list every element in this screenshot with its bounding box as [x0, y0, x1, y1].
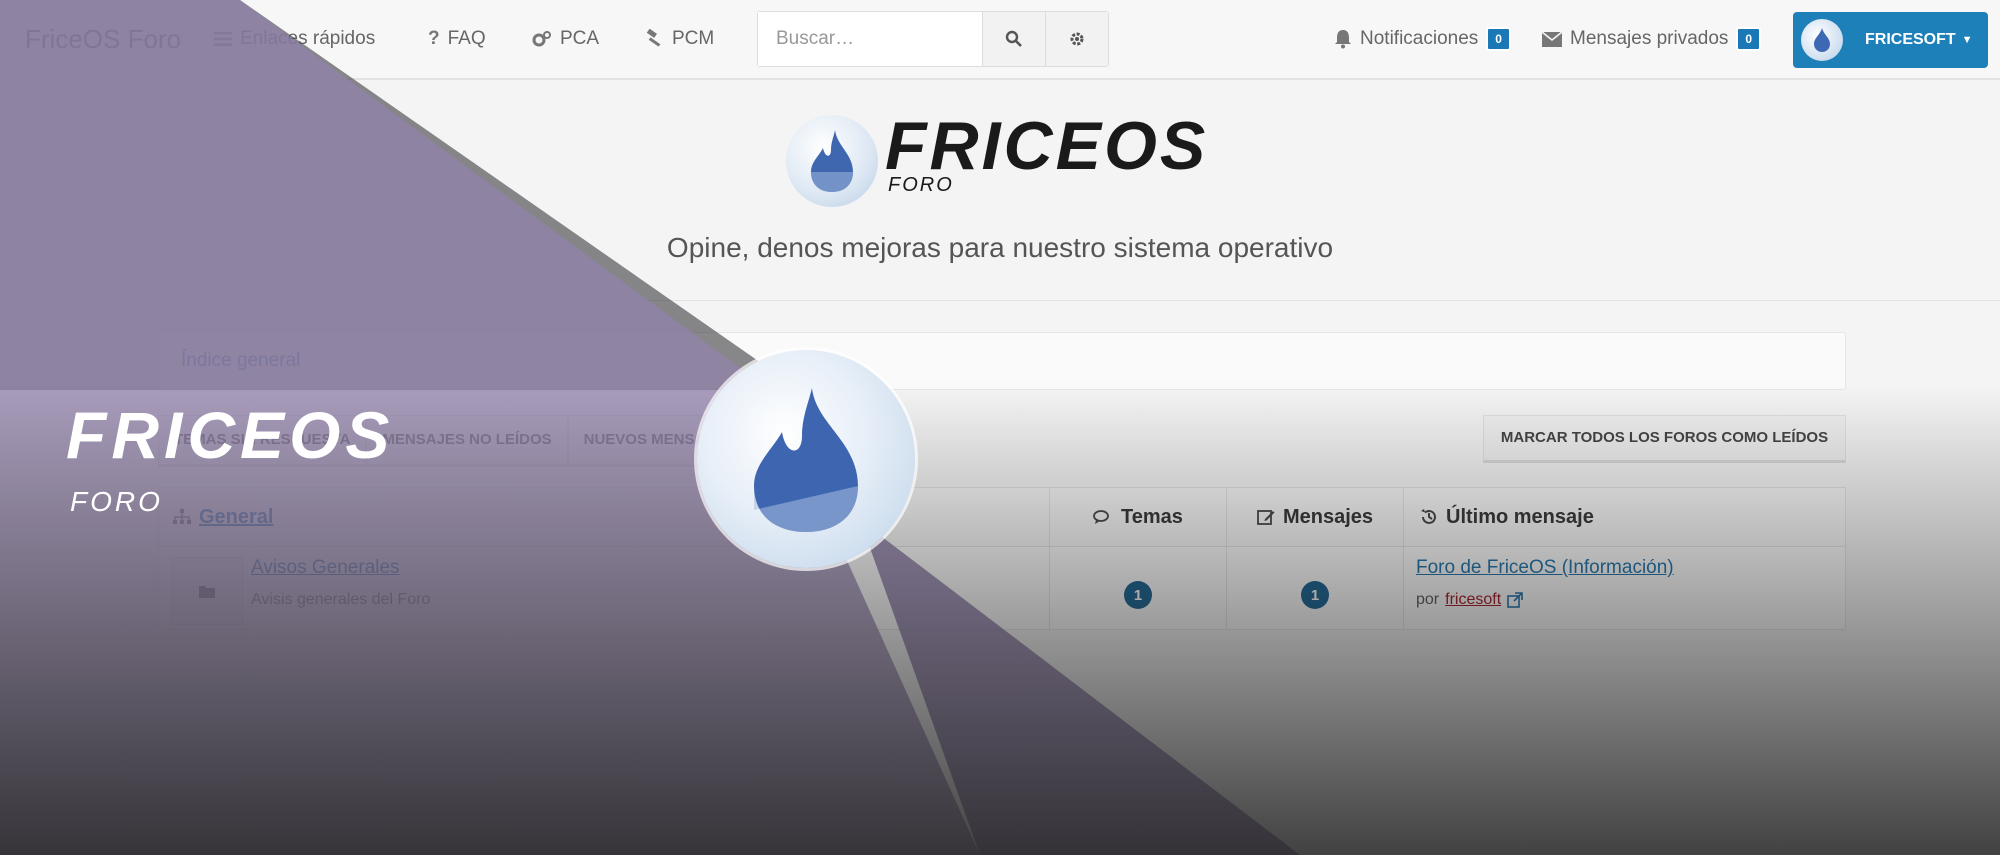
forum-table-header: General Temas Mensajes Último mensaje [159, 488, 1845, 547]
banner-wordmark: FRICEOS [66, 398, 395, 472]
header-topics: Temas [1050, 488, 1227, 546]
cogs-icon [532, 30, 552, 48]
header-posts: Mensajes [1227, 488, 1404, 546]
private-messages-badge: 0 [1736, 27, 1762, 51]
nav-quick-links[interactable]: Enlaces rápidos [214, 0, 375, 78]
nav-faq[interactable]: ? FAQ [428, 0, 486, 78]
external-link-icon[interactable] [1507, 592, 1523, 608]
edit-icon [1257, 508, 1275, 526]
nav-pca[interactable]: PCA [532, 0, 599, 78]
banner-subtitle: FORO [70, 486, 163, 517]
gear-icon [1069, 31, 1085, 47]
site-logo-icon[interactable] [786, 115, 878, 207]
search-icon [1005, 30, 1023, 48]
top-navbar: FriceOS Foro Enlaces rápidos ? FAQ PCA P… [0, 0, 2000, 80]
header-topics-label: Temas [1121, 505, 1183, 528]
caret-down-icon: ▼ [1961, 34, 1973, 46]
notifications-badge: 0 [1486, 27, 1511, 51]
table-row: Avisos Generales Avisis generales del Fo… [159, 547, 1845, 629]
forum-description: Avisis generales del Foro [251, 591, 431, 608]
category-general-label: General [199, 506, 274, 528]
avatar [1801, 19, 1843, 61]
folder-icon [171, 557, 243, 625]
comments-icon [1093, 509, 1113, 525]
bell-icon [1334, 29, 1352, 49]
forum-cell: Avisos Generales Avisis generales del Fo… [159, 547, 1050, 629]
search-button[interactable] [982, 12, 1045, 66]
header-last-post-label: Último mensaje [1446, 505, 1594, 528]
notifications-link[interactable]: Notificaciones 0 [1334, 0, 1511, 78]
user-menu-button[interactable]: FRICESOFT ▼ [1793, 12, 1988, 68]
breadcrumb-index-link[interactable]: Índice general [181, 333, 300, 389]
gavel-icon [644, 29, 664, 49]
question-icon: ? [428, 28, 440, 49]
nav-faq-label: FAQ [447, 28, 486, 49]
nav-pcm-label: PCM [672, 28, 715, 49]
unread-posts-button[interactable]: MENSAJES NO LEÍDOS [366, 415, 568, 467]
user-name: FRICESOFT [1865, 31, 1956, 48]
private-messages-label: Mensajes privados [1570, 28, 1729, 49]
nav-pca-label: PCA [560, 28, 600, 49]
search-input[interactable] [758, 12, 982, 66]
flame-logo-icon [697, 350, 915, 568]
nav-pcm[interactable]: PCM [644, 0, 714, 78]
topics-count: 1 [1124, 581, 1152, 609]
last-post-cell: Foro de FriceOS (Información) por frices… [1404, 547, 1845, 629]
header-last-post: Último mensaje [1404, 488, 1845, 546]
header-forum-cell: General [159, 488, 1050, 546]
site-logo-subtitle: FORO [888, 174, 954, 196]
header-posts-label: Mensajes [1282, 505, 1374, 528]
mark-all-read-button[interactable]: MARCAR TODOS LOS FOROS COMO LEÍDOS [1483, 415, 1846, 463]
bars-icon [214, 31, 232, 47]
breadcrumb: Índice general [158, 332, 1846, 390]
last-post-link[interactable]: Foro de FriceOS (Información) [1416, 557, 1674, 579]
brand-link[interactable]: FriceOS Foro [25, 0, 181, 78]
nav-quick-links-label: Enlaces rápidos [240, 28, 376, 49]
posts-count: 1 [1301, 581, 1329, 609]
forum-title-link[interactable]: Avisos Generales [251, 557, 400, 579]
site-logo-wordmark: FRICEOS [885, 108, 1209, 184]
last-post-meta: por fricesoft [1416, 591, 1523, 609]
advanced-search-button[interactable] [1045, 12, 1108, 66]
private-messages-link[interactable]: Mensajes privados 0 [1542, 0, 1762, 78]
site-tagline: Opine, denos mejoras para nuestro sistem… [666, 232, 1334, 263]
history-icon [1420, 508, 1438, 526]
forum-table: General Temas Mensajes Último mensaje Av… [158, 487, 1846, 630]
posts-count-cell: 1 [1227, 547, 1404, 629]
envelope-icon [1542, 31, 1562, 47]
category-general-link[interactable]: General [173, 488, 273, 546]
last-post-by-label: por [1416, 591, 1440, 608]
topics-count-cell: 1 [1050, 547, 1227, 629]
last-post-user-link[interactable]: fricesoft [1445, 591, 1501, 609]
search-box [757, 11, 1109, 67]
notifications-label: Notificaciones [1360, 28, 1479, 49]
sitemap-icon [173, 509, 191, 525]
